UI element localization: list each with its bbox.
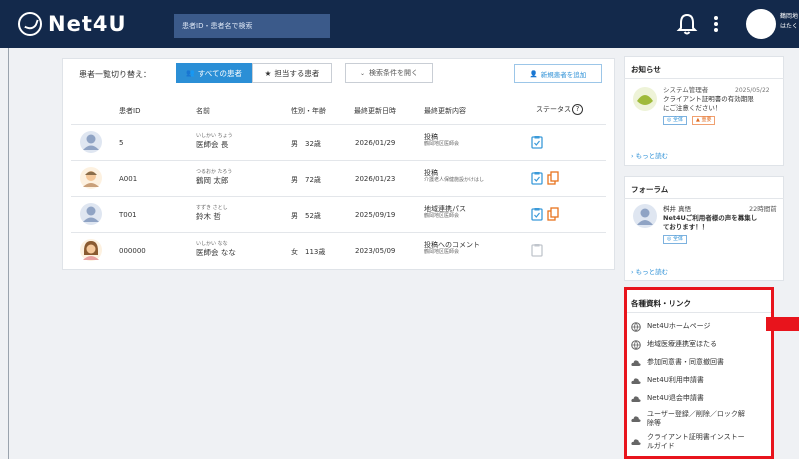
user-avatar[interactable]	[746, 9, 776, 39]
link-withdrawal-application[interactable]: Net4U退会申請書	[631, 394, 704, 404]
help-icon[interactable]: ?	[572, 104, 583, 115]
more-menu-icon[interactable]	[711, 13, 721, 35]
last-content: 投稿 鶴岡地区医師会	[424, 133, 460, 147]
star-icon: ★	[264, 68, 272, 78]
warning-icon: ▲	[696, 117, 700, 123]
last-updated: 2023/05/09	[355, 247, 396, 255]
notice-author: システム管理者	[663, 86, 709, 94]
column-header-last-updated[interactable]: 最終更新日時	[354, 106, 396, 116]
status-icons	[531, 135, 543, 149]
user-name[interactable]: 鶴岡地 はたく	[780, 12, 799, 32]
cloud-icon	[631, 378, 641, 384]
last-content: 地域連携パス 鶴岡地区医師会	[424, 205, 466, 219]
clipboard-check-icon[interactable]	[531, 171, 543, 185]
patient-name[interactable]: すずき さとし 鈴木 哲	[196, 205, 228, 221]
tag-important: ▲ 重要	[692, 116, 716, 125]
status-icons	[531, 171, 559, 185]
table-row[interactable]: A001 つるおか たろう 鶴岡 太郎 男 72歳 2026/01/23 投稿 …	[71, 160, 606, 196]
link-usage-application[interactable]: Net4U利用申請書	[631, 376, 704, 386]
cloud-icon	[631, 439, 641, 445]
patient-id: A001	[119, 175, 138, 183]
last-content: 投稿へのコメント 鶴岡地区医師会	[424, 241, 480, 255]
notification-bell-icon[interactable]	[676, 12, 698, 36]
forum-author: 桝井 真悟	[663, 205, 692, 213]
last-updated: 2026/01/23	[355, 175, 396, 183]
last-updated: 2025/09/19	[355, 211, 396, 219]
chevron-down-icon: ⌄	[359, 70, 366, 77]
cloud-icon	[631, 416, 641, 422]
table-row[interactable]: T001 すずき さとし 鈴木 哲 男 52歳 2025/09/19 地域連携パ…	[71, 196, 606, 232]
patient-name[interactable]: いしかい なな 医師会 なな	[196, 241, 236, 257]
link-net4u-homepage[interactable]: Net4Uホームページ	[631, 322, 711, 332]
gender-age: 女 113歳	[291, 248, 326, 256]
globe-icon: ◎	[667, 236, 672, 242]
forum-time: 22時間前	[749, 205, 777, 213]
notice-line[interactable]: クライアント証明書の有効期限	[663, 95, 754, 104]
column-header-gender-age[interactable]: 性別・年齢	[291, 106, 326, 116]
patient-list-switch-label: 患者一覧切り替え：	[79, 70, 151, 79]
forum-line[interactable]: ております！！	[663, 223, 708, 232]
forum-title: フォーラム	[631, 185, 669, 194]
gender-age: 男 72歳	[291, 176, 321, 184]
patient-avatar-female-icon	[80, 239, 102, 261]
last-updated: 2026/01/29	[355, 139, 396, 147]
notice-date: 2025/05/22	[735, 87, 770, 94]
status-icons	[531, 207, 559, 221]
table-row[interactable]: 000000 いしかい なな 医師会 なな 女 113歳 2023/05/09 …	[71, 232, 606, 268]
link-client-certificate-guide[interactable]: クライアント証明書インストー ルガイド	[631, 433, 745, 451]
last-content: 投稿 介護老人保健施設かけはし	[424, 169, 485, 183]
patient-id: T001	[119, 211, 137, 219]
app-logo[interactable]: Net4U	[18, 11, 127, 37]
status-icons	[531, 243, 543, 257]
clipboard-check-icon[interactable]	[531, 135, 543, 149]
link-user-registration[interactable]: ユーザー登録／削除／ロック解 除等	[631, 410, 745, 428]
logo-mark-icon	[18, 12, 42, 36]
forum-line[interactable]: Net4Uご利用者様の声を募集し	[663, 214, 757, 223]
patient-name[interactable]: つるおか たろう 鶴岡 太郎	[196, 169, 232, 185]
notice-more-link[interactable]: › もっと読む	[631, 150, 668, 160]
links-title: 各種資料・リンク	[631, 299, 691, 308]
notice-line[interactable]: にご注意ください！	[663, 104, 721, 113]
copy-documents-icon[interactable]	[547, 171, 559, 185]
annotation-arrow	[766, 317, 799, 331]
notice-title: お知らせ	[631, 65, 661, 74]
group-icon: 👥	[186, 70, 195, 77]
forum-more-link[interactable]: › もっと読む	[631, 266, 668, 276]
globe-icon: ◎	[667, 117, 672, 123]
column-header-status[interactable]: ステータス?	[536, 104, 583, 115]
tab-assigned-patients[interactable]: ★ 担当する患者	[252, 63, 332, 83]
patient-id: 000000	[119, 247, 146, 255]
globe-icon	[631, 322, 641, 332]
add-user-icon: 👤	[529, 70, 538, 78]
copy-documents-icon[interactable]	[547, 207, 559, 221]
globe-icon	[631, 340, 641, 350]
cloud-icon	[631, 360, 641, 366]
column-header-last-content[interactable]: 最終更新内容	[424, 106, 466, 116]
tag-all: ◎ 全体	[663, 116, 687, 125]
left-divider	[8, 48, 9, 459]
clipboard-check-icon[interactable]	[531, 207, 543, 221]
column-header-patient-id[interactable]: 患者ID	[119, 106, 140, 116]
open-search-filter-button[interactable]: ⌄ 検索条件を開く	[345, 63, 433, 83]
forum-user-avatar-icon	[633, 204, 657, 228]
add-new-patient-button[interactable]: 👤 新規患者を追加	[514, 64, 602, 83]
column-header-name[interactable]: 名前	[196, 106, 210, 116]
table-row[interactable]: 5 いしかい ちょう 医師会 長 男 32歳 2026/01/29 投稿 鶴岡地…	[71, 124, 606, 160]
tab-all-patients[interactable]: 👥 すべての患者	[176, 63, 252, 83]
clipboard-inactive-icon[interactable]	[531, 243, 543, 257]
brand-name: Net4U	[48, 12, 127, 36]
link-regional-medical-office[interactable]: 地域医療連携室ほたる	[631, 340, 717, 350]
gender-age: 男 52歳	[291, 212, 321, 220]
tag-all: ◎ 全体	[663, 235, 687, 244]
gender-age: 男 32歳	[291, 140, 321, 148]
link-consent-form[interactable]: 参加同意書・同意撤回書	[631, 358, 724, 368]
cloud-icon	[631, 396, 641, 402]
patient-search-input[interactable]	[174, 14, 330, 38]
patient-id: 5	[119, 139, 124, 147]
patient-avatar-male-icon	[80, 131, 102, 153]
patient-name[interactable]: いしかい ちょう 医師会 長	[196, 133, 233, 149]
system-admin-avatar-icon	[633, 87, 657, 111]
patient-avatar-elderly-icon	[80, 167, 102, 189]
patient-avatar-male-icon	[80, 203, 102, 225]
